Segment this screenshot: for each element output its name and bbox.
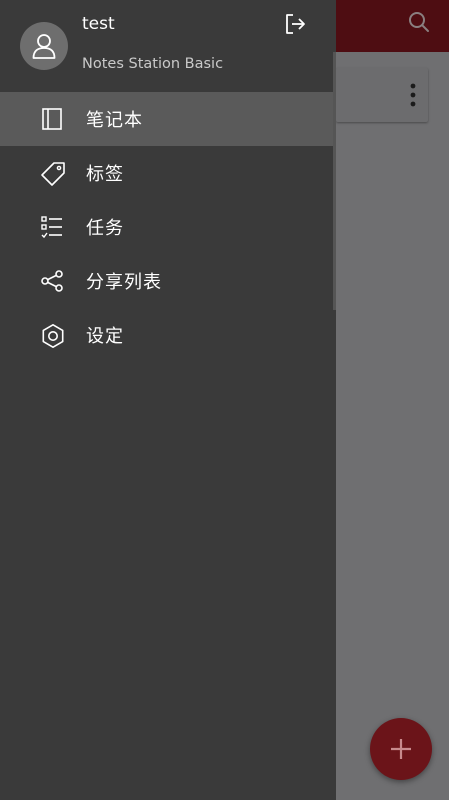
scrollbar[interactable] bbox=[333, 52, 336, 310]
search-icon[interactable] bbox=[407, 10, 431, 34]
menu-item-tags[interactable]: 标签 bbox=[0, 146, 336, 200]
user-icon bbox=[32, 34, 56, 59]
menu-item-tasks[interactable]: 任务 bbox=[0, 200, 336, 254]
menu-label: 分享列表 bbox=[86, 272, 162, 293]
menu-label: 标签 bbox=[86, 164, 124, 185]
navigation-drawer: test Notes Station Basic 笔记本 标签 任务 分享列表 … bbox=[0, 0, 336, 800]
plus-icon bbox=[391, 739, 411, 759]
drawer-header: test Notes Station Basic bbox=[0, 0, 336, 90]
notebook-card[interactable] bbox=[336, 68, 428, 122]
drawer-menu: 笔记本 标签 任务 分享列表 设定 bbox=[0, 92, 336, 362]
share-icon bbox=[40, 269, 64, 293]
menu-label: 笔记本 bbox=[86, 110, 143, 131]
user-name: test bbox=[82, 14, 115, 34]
tag-icon bbox=[40, 161, 65, 186]
more-vert-icon[interactable] bbox=[410, 82, 416, 108]
avatar[interactable] bbox=[20, 22, 68, 70]
menu-label: 任务 bbox=[86, 218, 124, 239]
app-name: Notes Station Basic bbox=[82, 56, 224, 72]
logout-icon[interactable] bbox=[283, 12, 307, 36]
menu-item-notebooks[interactable]: 笔记本 bbox=[0, 92, 336, 146]
menu-item-settings[interactable]: 设定 bbox=[0, 308, 336, 362]
add-button[interactable] bbox=[370, 718, 432, 780]
menu-label: 设定 bbox=[86, 326, 124, 347]
menu-item-share-list[interactable]: 分享列表 bbox=[0, 254, 336, 308]
gear-icon bbox=[40, 323, 64, 348]
notebook-icon bbox=[40, 107, 64, 131]
checklist-icon bbox=[40, 215, 64, 239]
